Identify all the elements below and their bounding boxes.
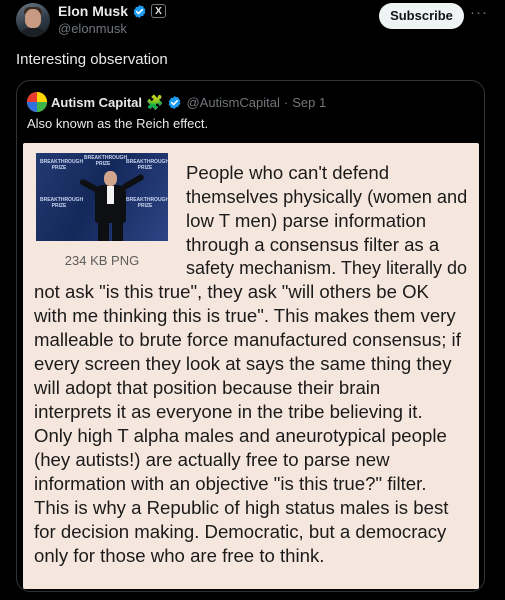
author-name-row: Elon Musk X (58, 3, 167, 19)
meme-line: People who can't defend (186, 162, 390, 183)
meme-line: malleable to brute force manufactured co… (34, 329, 461, 350)
meme-line: with me thinking this is true". This mak… (34, 305, 456, 326)
meme-line: not ask "is this true", they ask "will o… (34, 281, 429, 302)
meme-line: through a consensus filter as a (186, 234, 440, 255)
meme-line: only for those who are free to think. (34, 545, 325, 566)
meme-line: every screen they look at says the same … (34, 353, 452, 374)
post: Elon Musk X @elonmusk Subscribe ··· Inte… (0, 0, 505, 600)
meme-line: information with an objective "is this t… (34, 473, 427, 494)
quote-verified-badge-icon (169, 95, 181, 109)
meme-line: interprets it as everyone in the tribe b… (34, 401, 423, 422)
quote-author-avatar[interactable] (27, 92, 47, 112)
meme-line: (hey autists!) are actually free to pars… (34, 449, 390, 470)
x-affiliate-badge-icon: X (151, 4, 167, 18)
author-handle[interactable]: @elonmusk (58, 21, 127, 36)
meme-line: This is why a Republic of high status ma… (34, 497, 449, 518)
meme-line: Only high T alpha males and aneurotypica… (34, 425, 447, 446)
meme-line: themselves physically (women and (186, 186, 468, 207)
meme-text-block: People who can't defend themselves physi… (23, 143, 467, 589)
meme-line: for decision making. Democratic, but a d… (34, 521, 447, 542)
quoted-post[interactable]: Autism Capital 🧩 @AutismCapital · Sep 1 … (16, 80, 485, 592)
quote-author-handle[interactable]: @AutismCapital (186, 95, 279, 110)
meme-line: will adopt that position because their b… (34, 377, 381, 398)
quote-header: Autism Capital 🧩 @AutismCapital · Sep 1 (27, 92, 326, 112)
quote-text: Also known as the Reich effect. (27, 116, 209, 131)
verified-badge-icon (133, 4, 146, 18)
quote-author-name[interactable]: Autism Capital (51, 95, 142, 110)
author-display-name[interactable]: Elon Musk (58, 3, 128, 19)
more-options-icon[interactable]: ··· (470, 5, 488, 25)
post-text: Interesting observation (16, 51, 168, 68)
quote-image[interactable]: BREAKTHROUGH PRIZE BREAKTHROUGH PRIZE BR… (23, 143, 479, 589)
quote-date[interactable]: Sep 1 (292, 95, 326, 110)
puzzle-emoji-icon: 🧩 (146, 93, 164, 110)
author-avatar[interactable] (16, 3, 50, 37)
subscribe-button[interactable]: Subscribe (379, 3, 464, 29)
quote-separator: · (283, 94, 289, 110)
meme-line: low T men) parse information (186, 210, 427, 231)
meme-line: safety mechanism. They literally do (186, 257, 468, 278)
